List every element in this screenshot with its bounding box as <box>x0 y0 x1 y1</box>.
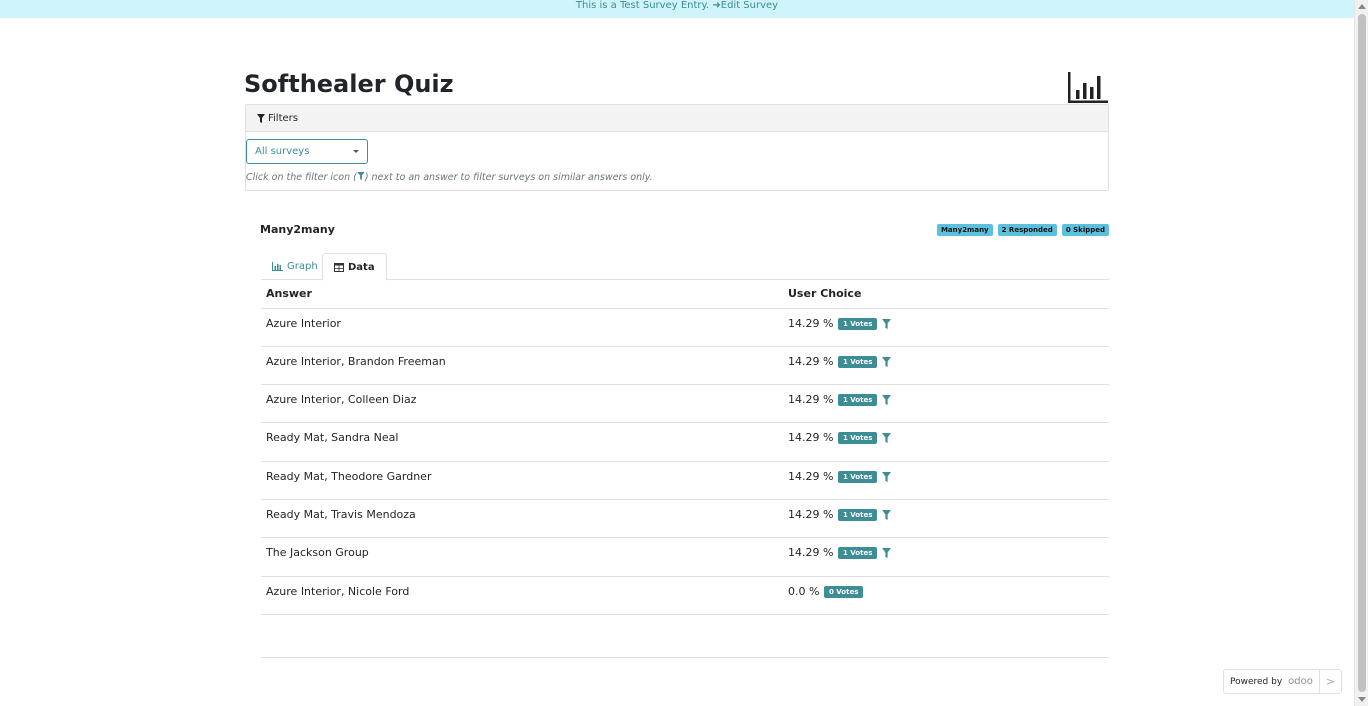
scrollbar-thumb[interactable] <box>1358 14 1366 692</box>
tab-data-label: Data <box>348 261 375 273</box>
user-choice-cell: 14.29 % 1 Votes <box>783 384 1109 424</box>
answer-cell: The Jackson Group <box>261 537 783 577</box>
user-choice-cell: 14.29 % 1 Votes <box>783 499 1109 539</box>
table-row: Ready Mat, Travis Mendoza 14.29 % 1 Votes <box>261 499 1109 539</box>
table-icon <box>334 262 344 272</box>
votes-badge: 1 Votes <box>837 317 878 330</box>
bar-chart-icon <box>1068 72 1108 103</box>
page-title: Softhealer Quiz <box>244 70 454 98</box>
table-header-row: Answer User Choice <box>261 280 1109 309</box>
user-choice-cell: 14.29 % 1 Votes <box>783 308 1109 347</box>
table-row: Azure Interior, Colleen Diaz 14.29 % 1 Vo… <box>261 384 1109 424</box>
filter-icon[interactable] <box>882 395 892 406</box>
filter-icon[interactable] <box>882 356 892 367</box>
divider <box>261 657 1109 658</box>
bar-chart-icon <box>272 262 283 271</box>
question-type-badge: Many2many <box>936 224 993 236</box>
table-row: The Jackson Group 14.29 % 1 Votes <box>261 537 1109 577</box>
scroll-down-arrow[interactable] <box>1358 697 1366 702</box>
percent-value: 14.29 % <box>788 393 834 407</box>
filter-icon[interactable] <box>882 318 892 329</box>
tab-graph-label: Graph <box>287 261 318 272</box>
percent-value: 14.29 % <box>788 546 834 560</box>
answer-cell: Ready Mat, Sandra Neal <box>261 422 783 462</box>
filter-icon <box>357 172 365 180</box>
table-row: Azure Interior, Nicole Ford 0.0 % 0 Votes <box>261 576 1109 615</box>
scroll-up-arrow[interactable] <box>1358 4 1366 9</box>
page-scrollbar[interactable] <box>1354 0 1368 706</box>
odoo-logo: odoo <box>1288 676 1313 687</box>
table-row: Azure Interior 14.29 % 1 Votes <box>261 308 1109 347</box>
percent-value: 0.0 % <box>788 584 820 598</box>
votes-badge: 1 Votes <box>837 355 878 368</box>
answer-cell: Ready Mat, Travis Mendoza <box>261 499 783 539</box>
powered-by-label: Powered by <box>1230 676 1283 687</box>
edit-survey-link[interactable]: ➜Edit Survey <box>712 0 778 11</box>
percent-value: 14.29 % <box>788 354 834 368</box>
question-badges: Many2many 2 Responded 0 Skipped <box>936 224 1109 236</box>
filters-header: Filters <box>246 105 1108 132</box>
table-row: Ready Mat, Sandra Neal 14.29 % 1 Votes <box>261 422 1109 462</box>
filters-label: Filters <box>268 112 298 124</box>
user-choice-cell: 0.0 % 0 Votes <box>783 576 1109 615</box>
answer-cell: Azure Interior, Brandon Freeman <box>261 346 783 386</box>
votes-badge: 0 Votes <box>823 585 864 598</box>
edit-survey-label: Edit Survey <box>720 0 779 11</box>
votes-badge: 1 Votes <box>837 432 878 445</box>
responded-badge: 2 Responded <box>997 224 1057 236</box>
filters-card: Filters All surveys Click on the filter … <box>245 104 1109 191</box>
percent-value: 14.29 % <box>788 316 834 330</box>
test-entry-banner: This is a Test Survey Entry. ➜Edit Surve… <box>0 0 1354 18</box>
votes-badge: 1 Votes <box>837 508 878 521</box>
filter-hint: Click on the filter icon ( ) next to an a… <box>246 172 653 183</box>
skipped-badge: 0 Skipped <box>1061 224 1109 236</box>
votes-badge: 1 Votes <box>837 547 878 560</box>
filter-icon[interactable] <box>882 548 892 559</box>
percent-value: 14.29 % <box>788 469 834 483</box>
question-tabs: Graph Data <box>261 253 1109 281</box>
votes-badge: 1 Votes <box>837 394 878 407</box>
votes-badge: 1 Votes <box>837 470 878 483</box>
arrow-right-icon: ➜ <box>712 0 721 11</box>
question-title: Many2many <box>260 223 335 236</box>
user-choice-cell: 14.29 % 1 Votes <box>783 422 1109 462</box>
table-row: Ready Mat, Theodore Gardner 14.29 % 1 Vot… <box>261 461 1109 500</box>
filter-icon[interactable] <box>882 471 892 482</box>
filter-icon[interactable] <box>882 433 892 444</box>
table-row: Azure Interior, Brandon Freeman 14.29 % 1… <box>261 346 1109 386</box>
header-user-choice: User Choice <box>783 280 1109 309</box>
filter-hint-before: Click on the filter icon ( <box>246 172 357 183</box>
answers-table: Answer User Choice Azure Interior 14.29 %… <box>261 280 1109 615</box>
filter-icon <box>257 113 265 123</box>
answer-cell: Azure Interior <box>261 308 783 347</box>
user-choice-cell: 14.29 % 1 Votes <box>783 537 1109 577</box>
powered-by-widget[interactable]: Powered by odoo > <box>1223 669 1342 694</box>
survey-filter-value: All surveys <box>255 146 310 157</box>
chevron-right-icon[interactable]: > <box>1319 670 1341 693</box>
filter-hint-after: ) next to an answer to filter surveys on… <box>364 172 653 183</box>
answers-body: Azure Interior 14.29 % 1 Votes Azure Inter… <box>261 308 1109 615</box>
tab-data[interactable]: Data <box>322 253 387 281</box>
percent-value: 14.29 % <box>788 431 834 445</box>
filter-icon[interactable] <box>882 509 892 520</box>
tab-graph[interactable]: Graph <box>261 253 329 280</box>
answer-cell: Azure Interior, Colleen Diaz <box>261 384 783 424</box>
banner-text: This is a Test Survey Entry. <box>575 0 710 11</box>
survey-filter-select[interactable]: All surveys <box>246 139 368 164</box>
answer-cell: Ready Mat, Theodore Gardner <box>261 461 783 500</box>
percent-value: 14.29 % <box>788 507 834 521</box>
answer-cell: Azure Interior, Nicole Ford <box>261 576 783 615</box>
user-choice-cell: 14.29 % 1 Votes <box>783 461 1109 500</box>
user-choice-cell: 14.29 % 1 Votes <box>783 346 1109 386</box>
chevron-down-icon <box>353 150 359 153</box>
header-answer: Answer <box>261 280 783 309</box>
